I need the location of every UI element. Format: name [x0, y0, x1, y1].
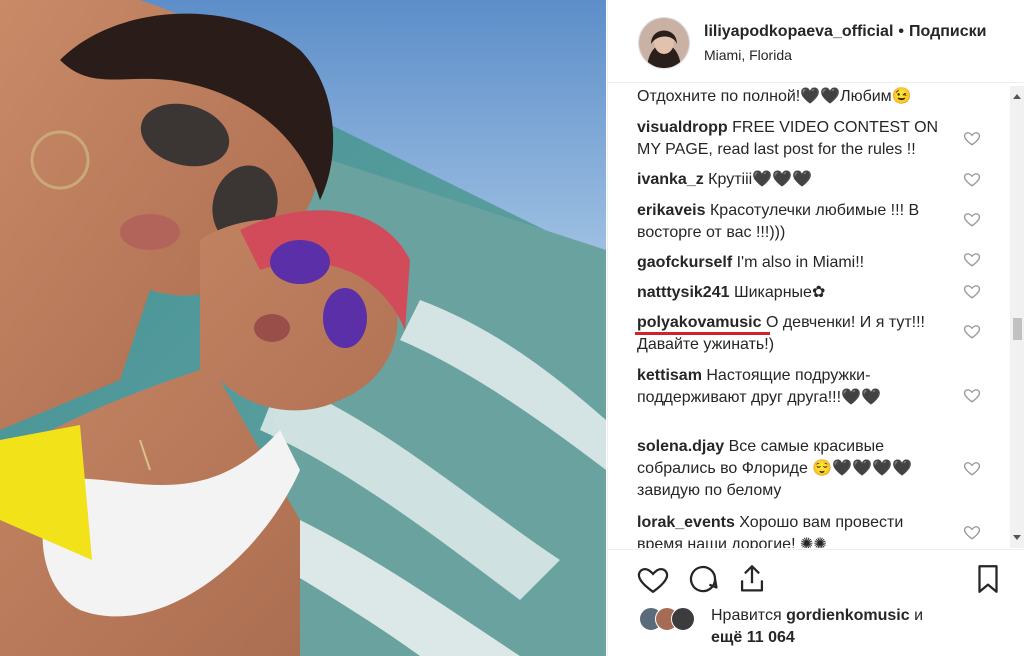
- liker-avatar[interactable]: [671, 607, 695, 631]
- bookmark-icon[interactable]: [971, 562, 1005, 596]
- comment-like-heart-icon[interactable]: [963, 459, 981, 477]
- comment-item: ivanka_z Крутііі🖤🖤🖤: [637, 169, 947, 191]
- comments-scrollbar[interactable]: [1010, 86, 1024, 548]
- comment-item: erikaveis Красотулечки любимые !!! В вос…: [637, 200, 947, 244]
- scroll-up-arrow-icon[interactable]: [1013, 94, 1021, 99]
- post-location-link[interactable]: Miami, Florida: [704, 47, 792, 63]
- comment-username[interactable]: lorak_events: [637, 514, 735, 531]
- like-heart-icon[interactable]: [636, 562, 670, 596]
- comment-item: solena.djay Все самые красивые собрались…: [637, 436, 947, 502]
- beach-selfie-image: [0, 0, 606, 656]
- comment-username[interactable]: visualdropp: [637, 119, 728, 136]
- comment-item: gaofckurself I'm also in Miami!!: [637, 252, 947, 274]
- likes-summary: Нравится gordienkomusic и ещё 11 064: [639, 604, 1019, 650]
- comment-item: kettisam Настоящие подружки-поддерживают…: [637, 365, 947, 409]
- comment-like-heart-icon[interactable]: [963, 210, 981, 228]
- liker-username-link[interactable]: gordienkomusic: [786, 607, 910, 624]
- comment-like-heart-icon[interactable]: [963, 170, 981, 188]
- comment-item: Отдохните по полной!🖤🖤Любим😉: [637, 86, 947, 108]
- liker-avatars[interactable]: [639, 604, 709, 632]
- likes-line: Нравится gordienkomusic и: [711, 607, 923, 625]
- following-button[interactable]: Подписки: [909, 23, 986, 40]
- comment-item: lorak_events Хорошо вам провести время н…: [637, 512, 947, 548]
- comment-username[interactable]: gaofckurself: [637, 254, 732, 271]
- comment-username[interactable]: kettisam: [637, 367, 702, 384]
- comment-item: natttysik241 Шикарные✿: [637, 282, 947, 304]
- comment-like-heart-icon[interactable]: [963, 386, 981, 404]
- share-upload-icon[interactable]: [735, 562, 769, 596]
- scroll-down-arrow-icon[interactable]: [1013, 535, 1021, 540]
- author-username-link[interactable]: liliyapodkopaeva_official: [704, 23, 893, 40]
- likes-count-link[interactable]: ещё 11 064: [711, 629, 795, 647]
- comment-like-heart-icon[interactable]: [963, 250, 981, 268]
- comment-username[interactable]: polyakovamusic: [637, 314, 762, 331]
- post-header: liliyapodkopaeva_official • Подписки Miami…: [608, 0, 1024, 83]
- post-photo[interactable]: [0, 0, 606, 656]
- likes-conj: и: [914, 607, 924, 624]
- header-separator: •: [898, 23, 905, 40]
- comment-like-heart-icon[interactable]: [963, 523, 981, 541]
- author-avatar[interactable]: [638, 17, 690, 69]
- comment-bubble-icon[interactable]: [686, 562, 720, 596]
- comment-text: Отдохните по полной!🖤🖤Любим😉: [637, 88, 912, 105]
- comment-text: Шикарные✿: [733, 284, 826, 301]
- comment-username[interactable]: erikaveis: [637, 202, 706, 219]
- comment-like-heart-icon[interactable]: [963, 282, 981, 300]
- comment-text: I'm also in Miami!!: [736, 254, 865, 271]
- likes-prefix: Нравится: [711, 607, 782, 624]
- comment-text: Крутііі🖤🖤🖤: [708, 171, 812, 188]
- comment-item: visualdropp FREE VIDEO CONTEST ON MY PAG…: [637, 117, 947, 161]
- comment-username[interactable]: solena.djay: [637, 438, 724, 455]
- comment-like-heart-icon[interactable]: [963, 129, 981, 147]
- highlight-underline: [635, 332, 770, 335]
- scrollbar-thumb[interactable]: [1013, 318, 1022, 340]
- comment-like-heart-icon[interactable]: [963, 322, 981, 340]
- comment-username[interactable]: natttysik241: [637, 284, 730, 301]
- post-side-panel: liliyapodkopaeva_official • Подписки Miami…: [607, 0, 1024, 656]
- comments-list[interactable]: Отдохните по полной!🖤🖤Любим😉 visualdropp…: [608, 86, 1008, 548]
- comment-username[interactable]: ivanka_z: [637, 171, 704, 188]
- post-actions-bar: [608, 549, 1024, 608]
